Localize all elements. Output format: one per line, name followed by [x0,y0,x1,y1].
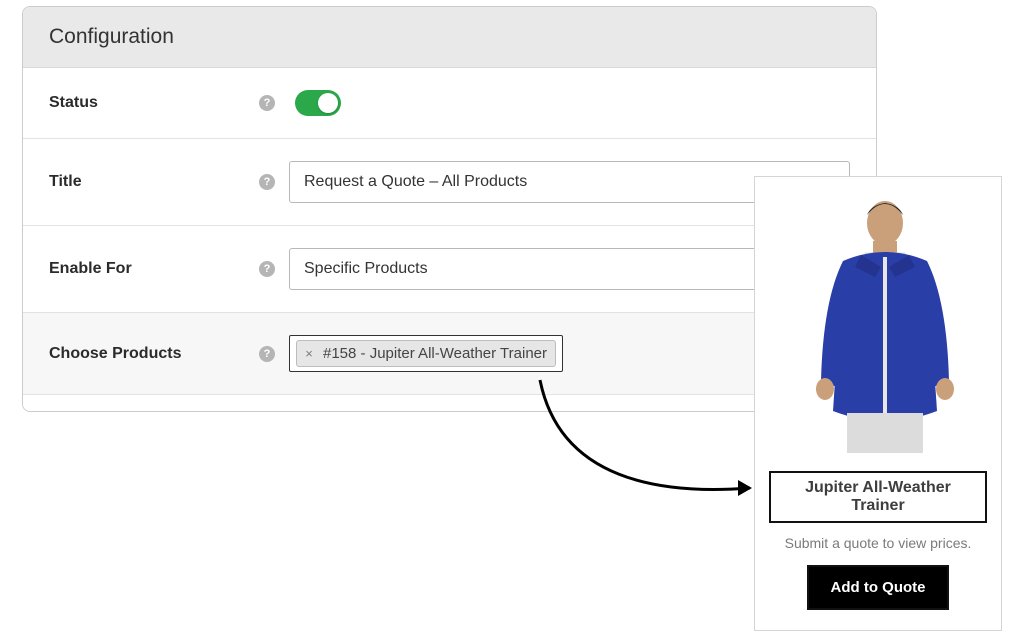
help-icon[interactable]: ? [259,261,275,277]
product-title: Jupiter All-Weather Trainer [769,471,987,523]
status-toggle[interactable] [295,90,341,116]
add-to-quote-button[interactable]: Add to Quote [809,567,948,608]
product-subtitle: Submit a quote to view prices. [785,535,972,551]
row-status: Status ? [23,68,876,139]
chip-text: #158 - Jupiter All-Weather Trainer [323,345,547,362]
status-label: Status [49,94,98,112]
product-chip: × #158 - Jupiter All-Weather Trainer [296,340,556,367]
enable-for-value: Specific Products [304,260,428,278]
panel-title: Configuration [23,7,876,68]
product-card: Jupiter All-Weather Trainer Submit a quo… [754,176,1002,631]
product-chip-input[interactable]: × #158 - Jupiter All-Weather Trainer [289,335,563,372]
toggle-knob [318,93,338,113]
choose-products-label: Choose Products [49,345,181,363]
configuration-panel: Configuration Status ? Title ? Request a… [22,6,877,412]
add-to-quote-wrap: Add to Quote [807,565,950,610]
help-icon[interactable]: ? [259,95,275,111]
title-label: Title [49,173,82,191]
title-input-value: Request a Quote – All Products [304,173,527,191]
row-enable-for: Enable For ? Specific Products [23,226,876,313]
product-image [793,191,963,461]
panel-footer [23,395,876,411]
enable-for-label: Enable For [49,260,132,278]
help-icon[interactable]: ? [259,346,275,362]
row-choose-products: Choose Products ? × #158 - Jupiter All-W… [23,313,876,395]
chip-remove-icon[interactable]: × [301,346,317,362]
row-title: Title ? Request a Quote – All Products [23,139,876,226]
help-icon[interactable]: ? [259,174,275,190]
